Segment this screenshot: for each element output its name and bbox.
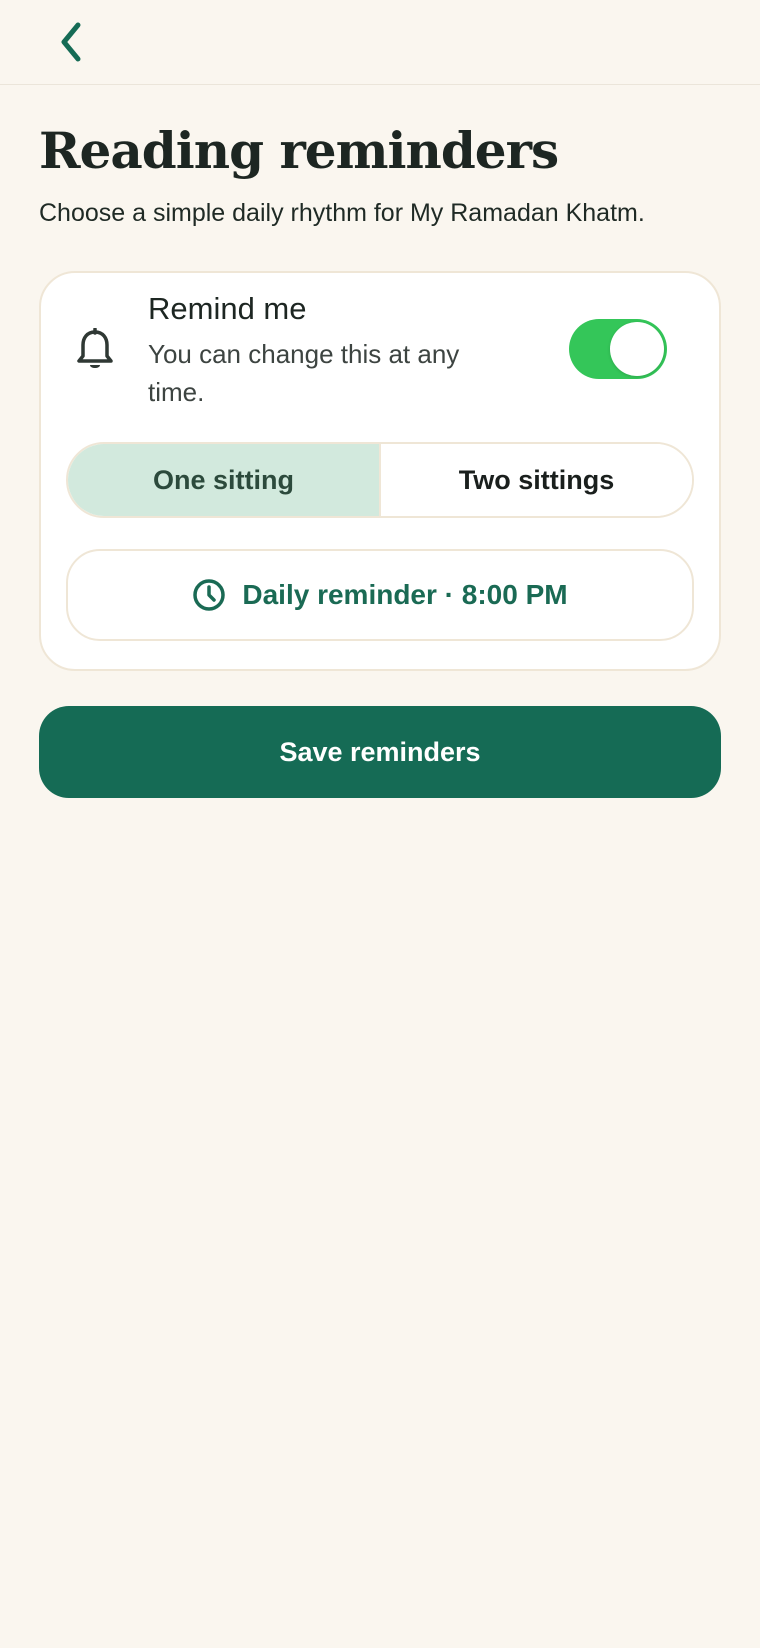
remind-me-toggle[interactable] — [569, 319, 667, 379]
top-bar — [0, 0, 760, 85]
chevron-left-icon — [61, 22, 81, 62]
remind-me-description: You can change this at any time. — [148, 339, 460, 407]
page-title: Reading reminders — [39, 121, 559, 180]
back-button[interactable] — [46, 14, 96, 70]
clock-icon — [193, 579, 226, 611]
daily-reminder-label: Daily reminder · 8:00 PM — [242, 579, 568, 610]
sitting-segmented-control: One sitting Two sittings — [66, 442, 694, 518]
page-subtitle: Choose a simple daily rhythm for My Rama… — [39, 199, 645, 227]
reminder-card: Remind me You can change this at any tim… — [39, 271, 721, 671]
bell-icon — [77, 328, 113, 368]
save-reminders-button[interactable]: Save reminders — [39, 706, 721, 798]
toggle-knob — [610, 322, 664, 376]
segment-two-sittings[interactable]: Two sittings — [381, 444, 692, 516]
daily-reminder-button[interactable]: Daily reminder · 8:00 PM — [66, 549, 694, 641]
segment-one-sitting[interactable]: One sitting — [68, 444, 381, 516]
remind-me-title: Remind me — [148, 291, 307, 326]
main-content: Reading reminders Choose a simple daily … — [0, 121, 760, 798]
